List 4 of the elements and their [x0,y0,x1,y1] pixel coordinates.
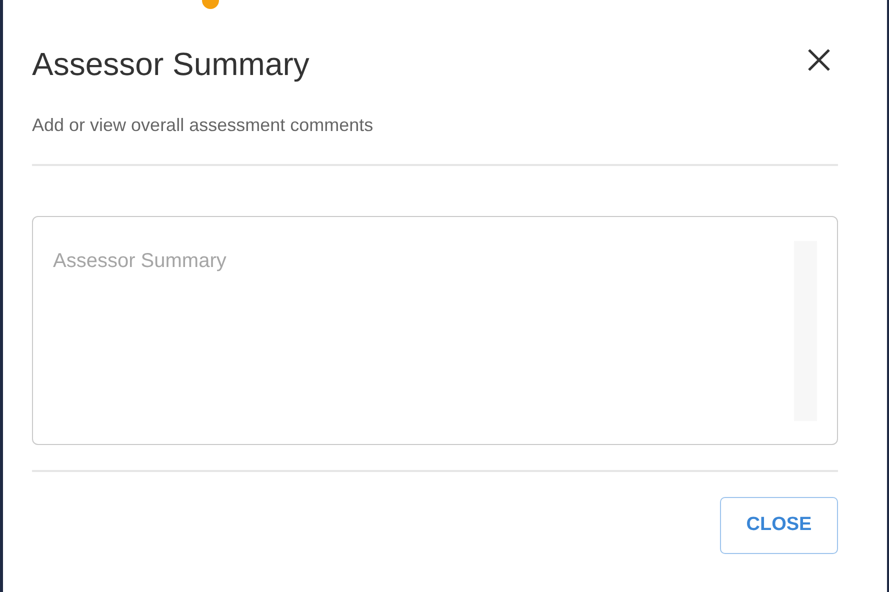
close-button[interactable]: CLOSE [720,496,838,554]
dialog-subtitle: Add or view overall assessment comments [32,115,374,137]
dialog-title: Assessor Summary [32,48,310,80]
summary-field[interactable]: Assessor Summary [32,216,838,445]
